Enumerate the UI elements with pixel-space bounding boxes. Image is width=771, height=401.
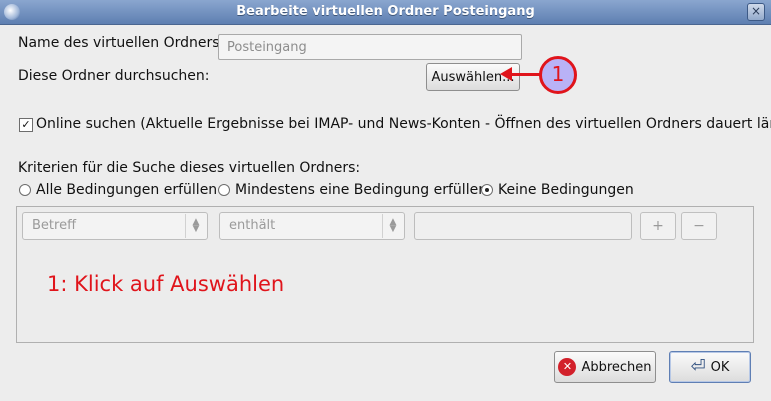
cancel-icon: ✕ (558, 358, 577, 376)
ok-enter-icon: ⏎ (690, 356, 706, 377)
name-label: Name des virtuellen Ordners: (18, 35, 225, 51)
add-criteria-button[interactable]: + (640, 212, 676, 240)
ok-label: OK (710, 359, 730, 375)
radio-none-label[interactable]: Keine Bedingungen (498, 182, 634, 198)
radio-no-conditions[interactable] (481, 184, 493, 196)
annotation-text: 1: Klick auf Auswählen (47, 272, 285, 296)
online-search-label[interactable]: Online suchen (Aktuelle Ergebnisse bei I… (36, 116, 771, 132)
criteria-operator-select[interactable]: enthält ▲ ▼ (219, 212, 405, 240)
remove-criteria-button[interactable]: − (681, 212, 717, 240)
criteria-value-input[interactable] (414, 212, 632, 240)
window-title: Bearbeite virtuellen Ordner Posteingang (236, 4, 535, 19)
callout-arrow-head (500, 67, 512, 81)
search-folders-label: Diese Ordner durchsuchen: (18, 68, 210, 84)
chevron-updown-icon: ▲ ▼ (382, 214, 403, 238)
folder-name-input[interactable] (218, 34, 522, 60)
title-bar[interactable]: Bearbeite virtuellen Ordner Posteingang … (0, 0, 771, 25)
ok-button[interactable]: ⏎ OK (669, 351, 751, 383)
chevron-updown-icon: ▲ ▼ (185, 214, 206, 238)
callout-badge: 1 (539, 56, 577, 94)
cancel-button[interactable]: ✕ Abbrechen (554, 351, 656, 383)
criteria-operator-value: enthält (229, 218, 276, 233)
radio-any-condition[interactable] (218, 184, 230, 196)
criteria-field-value: Betreff (32, 218, 77, 233)
close-button[interactable]: × (747, 3, 765, 21)
online-search-checkbox[interactable]: ✓ (19, 118, 33, 132)
radio-all-conditions[interactable] (19, 184, 31, 196)
callout-arrow-line (510, 73, 540, 76)
radio-all-label[interactable]: Alle Bedingungen erfüllen (36, 182, 217, 198)
criteria-field-select[interactable]: Betreff ▲ ▼ (22, 212, 208, 240)
cancel-label: Abbrechen (581, 359, 652, 375)
criteria-label: Kriterien für die Suche dieses virtuelle… (18, 160, 361, 176)
radio-any-label[interactable]: Mindestens eine Bedingung erfüllen (235, 182, 487, 198)
